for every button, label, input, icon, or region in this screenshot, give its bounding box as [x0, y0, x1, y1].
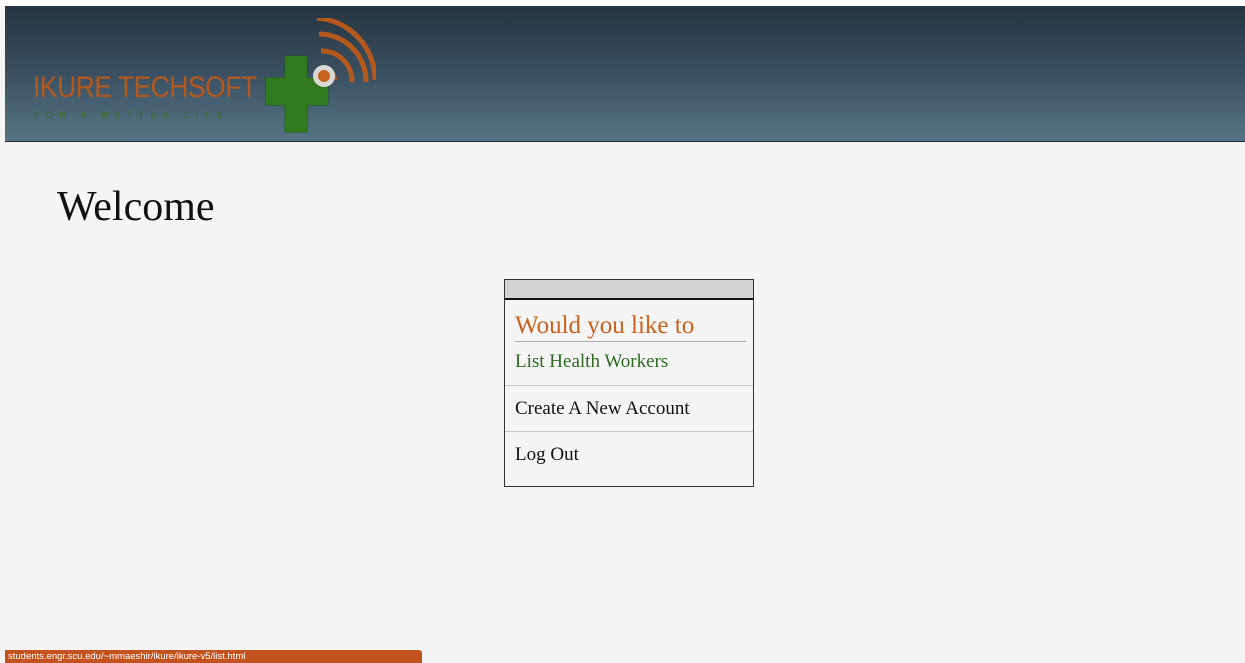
create-account-link[interactable]: Create A New Account — [505, 386, 753, 432]
site-header: IKURE TECHSOFT FOR A BETTER LIFE — [5, 6, 1245, 142]
menu-header-bar — [505, 280, 753, 300]
log-out-link[interactable]: Log Out — [505, 432, 753, 477]
logo-tagline: FOR A BETTER LIFE — [34, 110, 229, 120]
list-health-workers-link[interactable]: List Health Workers — [505, 342, 753, 386]
page: IKURE TECHSOFT FOR A BETTER LIFE Welcome… — [0, 0, 1245, 663]
ikure-logo[interactable]: IKURE TECHSOFT FOR A BETTER LIFE — [31, 18, 376, 133]
menu-prompt: Would you like to — [515, 310, 746, 342]
status-bar-url: students.engr.scu.edu/~mmaeshir/ikure/ik… — [5, 650, 422, 663]
page-title: Welcome — [57, 184, 215, 230]
logo-brand-name: IKURE TECHSOFT — [33, 71, 257, 104]
action-menu: Would you like to List Health Workers Cr… — [504, 279, 754, 487]
